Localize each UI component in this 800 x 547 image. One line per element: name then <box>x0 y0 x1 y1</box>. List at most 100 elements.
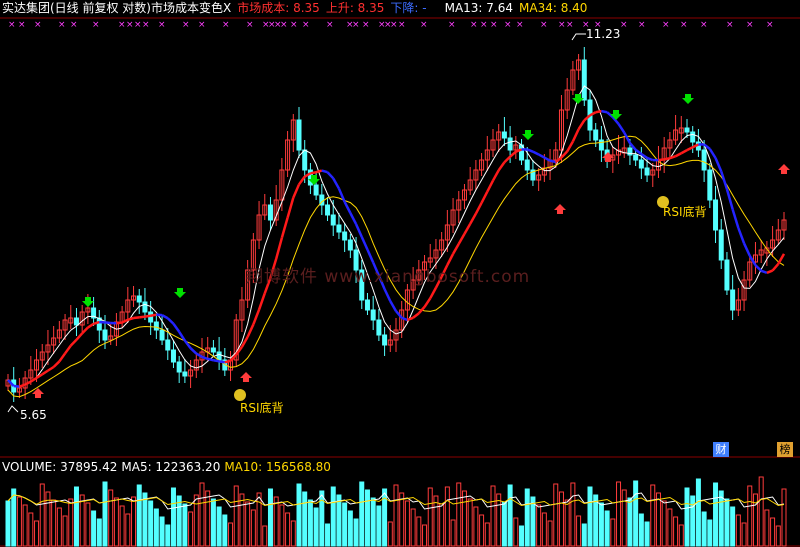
candle-body <box>313 184 319 196</box>
market-cost-line <box>543 156 551 162</box>
volume-bar <box>404 500 410 547</box>
volume-bar <box>667 508 673 547</box>
volume-bar <box>536 504 542 547</box>
candle-body <box>102 329 108 341</box>
volume-bar <box>62 515 68 547</box>
signal-marker: × <box>558 20 566 30</box>
candle-body <box>267 204 273 221</box>
volume-bar <box>285 512 291 547</box>
signal-marker: × <box>118 20 126 30</box>
market-cost-line <box>30 376 38 383</box>
candle-body <box>170 349 176 363</box>
signal-marker: × <box>420 20 428 30</box>
volume-bar <box>267 488 273 547</box>
volume-bar <box>188 511 194 547</box>
volume-bar <box>490 485 496 547</box>
market-cost-line <box>725 188 734 210</box>
candle-body <box>210 347 216 353</box>
market-cost-line <box>292 183 301 199</box>
volume-bar <box>165 524 171 547</box>
signal-marker: × <box>746 20 754 30</box>
volume-bar <box>501 501 507 547</box>
ma13-value: MA13: 7.64 <box>444 1 514 15</box>
market-cost-line <box>486 179 495 193</box>
market-cost-line <box>41 369 49 376</box>
market-cost-line <box>201 355 209 361</box>
chart-header: 实达集团(日线 前复权 对数)市场成本变色X 市场成本: 8.35 上升: 8.35… <box>2 0 593 16</box>
volume-bar <box>170 487 176 547</box>
market-cost-line <box>69 338 78 347</box>
market-cost-line <box>526 148 534 153</box>
volume-bar <box>775 525 781 547</box>
volume-bar <box>228 522 234 547</box>
candle-body <box>165 339 171 351</box>
signal-marker: × <box>134 20 142 30</box>
market-cost-line <box>121 318 129 324</box>
volume-bar <box>764 509 770 547</box>
market-cost-line <box>297 175 306 186</box>
volume-bar <box>39 483 45 547</box>
volume-bar <box>399 492 405 547</box>
candle-body <box>370 309 376 321</box>
volume-bar <box>376 505 382 547</box>
market-cost-line <box>634 148 643 156</box>
volume-bar <box>108 489 114 547</box>
volume-bar <box>233 485 239 547</box>
candle-body <box>73 317 79 326</box>
volume-bar <box>553 483 559 547</box>
volume-bar <box>290 520 296 547</box>
market-cost-line <box>93 320 100 325</box>
low-price-marker <box>7 405 19 413</box>
market-cost-line <box>81 326 89 335</box>
market-cost-line <box>354 223 363 238</box>
volume-bar <box>416 516 422 547</box>
market-cost-line <box>337 188 346 203</box>
market-cost-line <box>343 201 352 214</box>
ma34-value: MA34: 8.40 <box>519 1 588 15</box>
signal-marker: × <box>620 20 628 30</box>
signal-marker: × <box>290 20 298 30</box>
market-cost-line <box>554 156 563 163</box>
volume-bar <box>393 484 399 547</box>
signal-marker: × <box>34 20 42 30</box>
finance-badge[interactable]: 财 <box>713 442 729 457</box>
volume-bar <box>587 486 593 547</box>
market-cost-line <box>286 197 295 219</box>
market-cost-line <box>218 360 226 364</box>
market-cost-line <box>429 287 438 299</box>
volume-bar <box>34 520 40 547</box>
volume-bar <box>387 521 393 547</box>
market-cost-line <box>213 358 220 363</box>
volume-bar <box>222 514 228 547</box>
volume-bar <box>336 494 342 547</box>
volume-bar <box>564 499 570 547</box>
volume-bar <box>330 486 336 547</box>
candle-body <box>684 127 690 133</box>
candle-body <box>159 329 165 341</box>
signal-marker: × <box>158 20 166 30</box>
volume-bar <box>695 478 701 547</box>
signal-marker: × <box>490 20 498 30</box>
rsi-divergence-label: RSI底背 <box>240 401 284 415</box>
market-cost-line <box>623 131 632 144</box>
market-cost-line <box>207 357 214 362</box>
candle-body <box>633 154 639 161</box>
volume-bar <box>199 482 205 547</box>
market-cost-line <box>503 155 511 164</box>
vol-ma10-value: MA10: 156568.80 <box>224 460 331 474</box>
volume-bar <box>479 514 485 547</box>
volume-bar <box>496 493 502 547</box>
volume-bar <box>770 517 776 547</box>
signal-marker: × <box>362 20 370 30</box>
cost-value: 市场成本: 8.35 <box>237 1 320 15</box>
volume-bar <box>410 508 416 547</box>
list-badge[interactable]: 榜 <box>777 442 793 457</box>
signal-marker: × <box>726 20 734 30</box>
volume-bar <box>370 497 376 547</box>
volume-bar <box>113 497 119 547</box>
market-cost-line <box>127 316 134 321</box>
market-cost-line <box>412 312 420 319</box>
market-cost-line <box>480 191 489 204</box>
volume-bar <box>558 491 564 547</box>
candle-body <box>501 131 507 139</box>
